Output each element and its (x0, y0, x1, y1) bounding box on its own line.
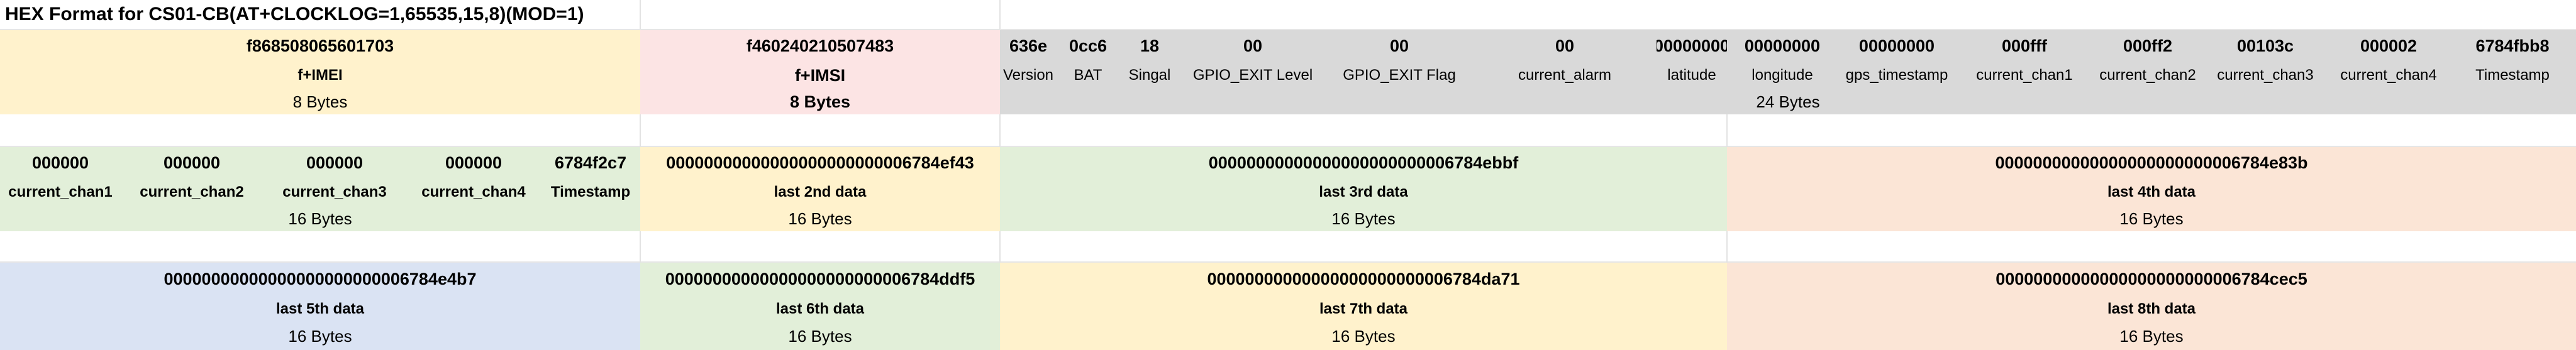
spreadsheet: HEX Format for CS01-CB(AT+CLOCKLOG=1,655… (0, 0, 2576, 350)
field-label: Singal (1119, 62, 1180, 89)
grid-line (0, 29, 2576, 30)
block-size: 16 Bytes (0, 206, 640, 231)
title-row: HEX Format for CS01-CB(AT+CLOCKLOG=1,655… (0, 0, 2576, 29)
field-value: 00103c (2202, 30, 2328, 62)
field-value: 00 (1326, 30, 1473, 62)
field-label: Timestamp (2449, 62, 2576, 89)
field-label: latitude (1657, 62, 1727, 89)
sheet-title: HEX Format for CS01-CB(AT+CLOCKLOG=1,655… (0, 0, 639, 29)
block-label: last 8th data (1727, 295, 2576, 323)
grid-line (1726, 114, 1728, 147)
field-value: 6784fbb8 (2449, 30, 2576, 62)
block-size: 16 Bytes (1727, 206, 2576, 231)
imsi-label: f+IMSI (640, 62, 1000, 89)
row3-values: 00000000000000000000000006784e4b7 000000… (0, 263, 2576, 295)
field-value: 00000000 (1838, 30, 1956, 62)
block-label: last 7th data (1000, 295, 1727, 323)
block-label: last 4th data (1727, 178, 2576, 206)
grid-line (640, 0, 641, 29)
field-value: 000000 (263, 147, 406, 178)
field-label: current_chan1 (1956, 62, 2093, 89)
block-size: 16 Bytes (1000, 206, 1727, 231)
block-size: 16 Bytes (1000, 323, 1727, 350)
block-value: 00000000000000000000000006784cec5 (1727, 263, 2576, 295)
grid-line (640, 231, 641, 263)
field-value: 000000 (121, 147, 263, 178)
field-label: GPIO_EXIT Level (1180, 62, 1326, 89)
block-size: 16 Bytes (1727, 323, 2576, 350)
block-value: 00000000000000000000000006784ddf5 (640, 263, 1000, 295)
block-value: 00000000000000000000000006784ebbf (1000, 147, 1727, 178)
field-value: 0cc6 (1057, 30, 1119, 62)
field-value: 00000000 (1657, 30, 1727, 62)
imsi-size: 8 Bytes (640, 89, 1000, 114)
field-label: current_chan2 (121, 178, 263, 206)
row2-labels: current_chan1 current_chan2 current_chan… (0, 178, 2576, 206)
field-label: BAT (1057, 62, 1119, 89)
imei-value: f868508065601703 (0, 30, 640, 62)
block-value: 00000000000000000000000006784e83b (1727, 147, 2576, 178)
field-label: current_chan4 (2328, 62, 2449, 89)
field-label: gps_timestamp (1838, 62, 1956, 89)
imsi-value: f460240210507483 (640, 30, 1000, 62)
field-label: current_chan4 (406, 178, 541, 206)
block-size: 16 Bytes (0, 323, 640, 350)
field-label: current_chan1 (0, 178, 121, 206)
row1-labels: f+IMEI f+IMSI Version BAT Singal GPIO_EX… (0, 62, 2576, 89)
field-value: 6784f2c7 (541, 147, 640, 178)
grid-line (1726, 231, 1728, 263)
row1-sizes: 8 Bytes 8 Bytes 24 Bytes (0, 89, 2576, 114)
field-value: 000002 (2328, 30, 2449, 62)
field-label: Version (1000, 62, 1057, 89)
field-label: current_chan2 (2093, 62, 2202, 89)
grid-line (999, 0, 1001, 29)
field-value: 00 (1180, 30, 1326, 62)
field-label: Timestamp (541, 178, 640, 206)
row1-values: f868508065601703 f460240210507483 636e 0… (0, 30, 2576, 62)
imei-label: f+IMEI (0, 62, 640, 89)
field-value: 18 (1119, 30, 1180, 62)
row2-sizes: 16 Bytes 16 Bytes 16 Bytes 16 Bytes (0, 206, 2576, 231)
imei-size: 8 Bytes (0, 89, 640, 114)
grid-line (999, 231, 1001, 263)
spacer-row (0, 114, 2576, 146)
field-label: current_alarm (1473, 62, 1657, 89)
field-label: current_chan3 (2202, 62, 2328, 89)
block-size: 16 Bytes (640, 206, 1000, 231)
row2-values: 000000 000000 000000 000000 6784f2c7 000… (0, 147, 2576, 178)
field-label: GPIO_EXIT Flag (1326, 62, 1473, 89)
grid-line (0, 261, 2576, 263)
spacer-row (0, 231, 2576, 263)
block-label: last 5th data (0, 295, 640, 323)
block-label: last 6th data (640, 295, 1000, 323)
block-label: last 2nd data (640, 178, 1000, 206)
field-label: current_chan3 (263, 178, 406, 206)
block-label: last 3rd data (1000, 178, 1727, 206)
block-value: 00000000000000000000000006784ef43 (640, 147, 1000, 178)
fields-size: 24 Bytes (1000, 89, 2576, 114)
field-value: 000000 (406, 147, 541, 178)
field-value: 000000 (0, 147, 121, 178)
grid-line (999, 114, 1001, 147)
field-label: longitude (1727, 62, 1838, 89)
field-value: 00000000 (1727, 30, 1838, 62)
field-value: 00 (1473, 30, 1657, 62)
block-value: 00000000000000000000000006784e4b7 (0, 263, 640, 295)
field-value: 000fff (1956, 30, 2093, 62)
row3-labels: last 5th data last 6th data last 7th dat… (0, 295, 2576, 323)
field-value: 000ff2 (2093, 30, 2202, 62)
grid-line (0, 146, 2576, 147)
grid-line (640, 114, 641, 147)
field-value: 636e (1000, 30, 1057, 62)
block-value: 00000000000000000000000006784da71 (1000, 263, 1727, 295)
row3-sizes: 16 Bytes 16 Bytes 16 Bytes 16 Bytes (0, 323, 2576, 350)
block-size: 16 Bytes (640, 323, 1000, 350)
